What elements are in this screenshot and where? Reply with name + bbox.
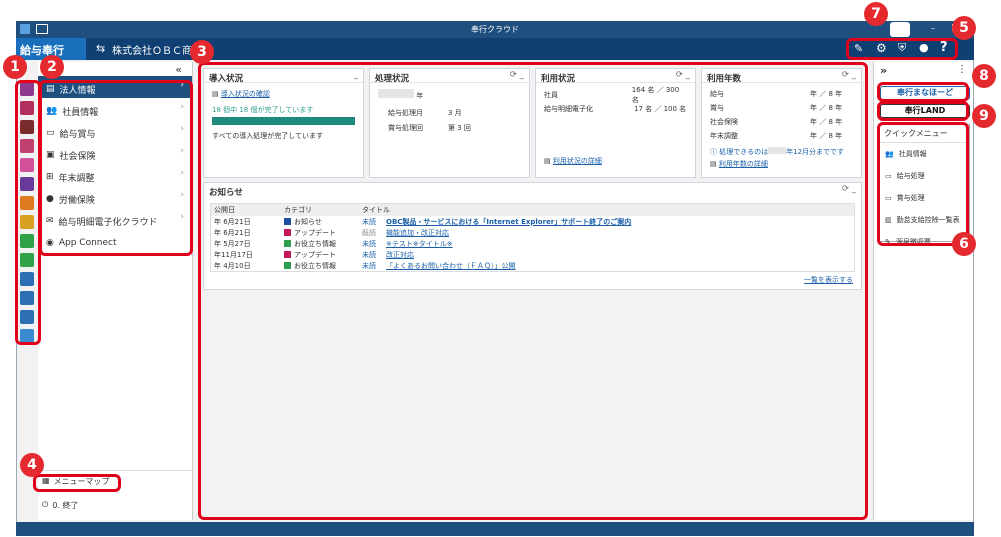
callout-badge: 4 [20, 453, 44, 477]
title-bar: 奉行クラウド – [16, 21, 974, 38]
window-title: 奉行クラウド [471, 25, 519, 34]
callout-box [33, 474, 121, 492]
callout-box [877, 122, 969, 246]
callout-badge: 8 [972, 64, 996, 88]
callout-badge: 7 [864, 2, 888, 26]
callout-badge: 3 [190, 40, 214, 64]
expand-pane-button[interactable]: » [880, 64, 887, 77]
callout-box [877, 101, 969, 121]
callout-box [15, 80, 41, 345]
minimize-button[interactable]: – [931, 24, 935, 33]
user-thumbnail[interactable] [890, 22, 910, 37]
switch-company-icon[interactable]: ⇆ [96, 42, 105, 55]
app-header: 給与奉行 ⇆ 株式会社ＯＢＣ商 ✎ ⚙ ⛨ ● ? [16, 38, 974, 60]
exit-label: 0. 終了 [52, 501, 79, 510]
callout-badge: 9 [972, 104, 996, 128]
more-options-icon[interactable]: ⋮ [957, 64, 967, 75]
callout-badge: 5 [952, 16, 976, 40]
callout-badge: 2 [40, 55, 64, 79]
power-icon: ⏻ [42, 500, 49, 509]
collapse-sidebar-button[interactable]: « [175, 63, 182, 76]
status-bar [16, 522, 974, 536]
callout-badge: 1 [3, 55, 27, 79]
company-name[interactable]: 株式会社ＯＢＣ商 [112, 42, 192, 57]
callout-box [877, 82, 969, 102]
callout-box [198, 62, 868, 520]
callout-box [39, 80, 193, 256]
callout-box [846, 38, 958, 60]
exit-button[interactable]: ⏻ 0. 終了 [42, 500, 79, 511]
callout-badge: 6 [952, 232, 976, 256]
